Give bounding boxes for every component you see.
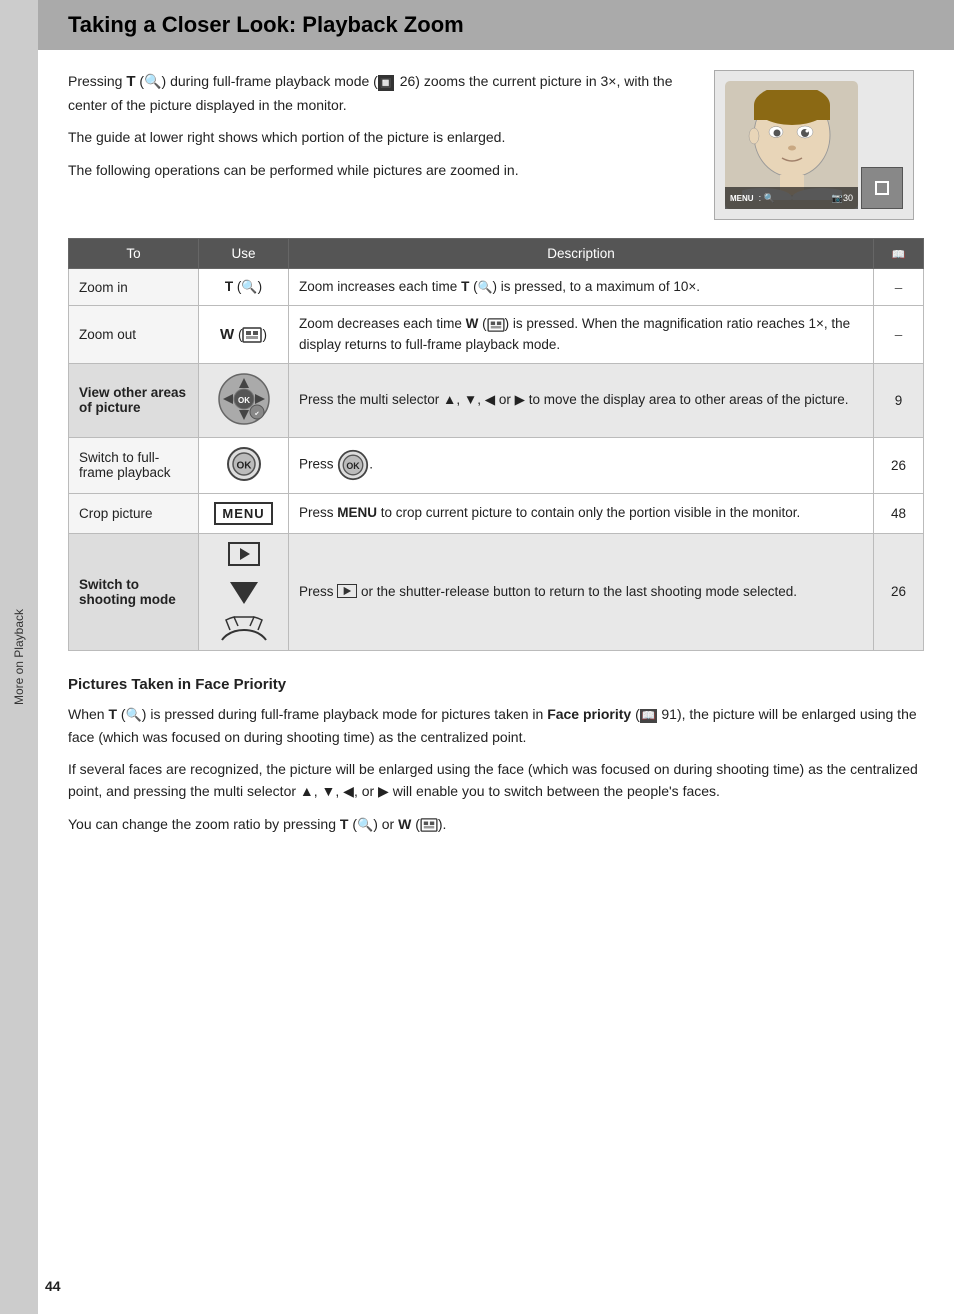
table-row: Zoom out W () Zoom decreases each time W… [69, 306, 924, 364]
menu-indicator: MENU [730, 194, 754, 203]
frame-count: 📷30 [832, 193, 853, 204]
zoom-indicator: : 🔍 [759, 193, 775, 204]
header-use: Use [199, 239, 289, 269]
face-priority-para3: You can change the zoom ratio by pressin… [68, 813, 924, 836]
sidebar-label: More on Playback [12, 609, 26, 705]
header-ref: 📖 [874, 239, 924, 269]
page-number: 44 [45, 1278, 61, 1294]
w-key: W [220, 326, 234, 343]
cell-to-view-areas: View other areas of picture [69, 363, 199, 437]
intro-text: Pressing T (🔍) during full-frame playbac… [68, 70, 694, 220]
cell-ref-shooting: 26 [874, 533, 924, 650]
table-row: View other areas of picture [69, 363, 924, 437]
svg-text:OK: OK [347, 461, 361, 471]
face-priority-para2: If several faces are recognized, the pic… [68, 758, 924, 803]
intro-section: Pressing T (🔍) during full-frame playbac… [68, 70, 924, 220]
operations-table: To Use Description 📖 Zoom in T (🔍) Zoom … [68, 238, 924, 651]
ref-header-icon: 📖 [892, 249, 906, 261]
cell-use-view-areas: OK ✔ [199, 363, 289, 437]
zoom-q-icon: 🔍 [241, 279, 257, 294]
cell-to-fullframe: Switch to full-frame playback [69, 437, 199, 493]
main-content: Taking a Closer Look: Playback Zoom Pres… [38, 0, 954, 876]
cell-use-crop: MENU [199, 493, 289, 533]
svg-text:OK: OK [236, 460, 252, 471]
cell-to-crop: Crop picture [69, 493, 199, 533]
down-arrow-icon [224, 576, 264, 608]
bottom-section: Pictures Taken in Face Priority When T (… [68, 676, 924, 836]
cell-to-zoom-in: Zoom in [69, 269, 199, 306]
sidebar: More on Playback [0, 0, 38, 1314]
w-thumbnail-icon [420, 818, 438, 832]
shutter-icon [220, 612, 268, 642]
t-button-label: T [126, 73, 135, 90]
cell-use-zoom-out: W () [199, 306, 289, 364]
table-header-row: To Use Description 📖 [69, 239, 924, 269]
cell-desc-crop: Press MENU to crop current picture to co… [289, 493, 874, 533]
intro-para3: The following operations can be performe… [68, 159, 694, 181]
playback-button-icon [228, 542, 260, 566]
face-priority-para1: When T (🔍) is pressed during full-frame … [68, 703, 924, 748]
table-row: Crop picture MENU Press MENU to crop cur… [69, 493, 924, 533]
t-key: T [225, 279, 233, 294]
cell-use-shooting [199, 533, 289, 650]
play-btn-inline [337, 584, 357, 598]
cell-use-zoom-in: T (🔍) [199, 269, 289, 306]
multi-selector-icon: OK ✔ [217, 372, 271, 426]
intro-para1: Pressing T (🔍) during full-frame playbac… [68, 70, 694, 116]
cell-desc-zoom-out: Zoom decreases each time W () is pressed… [289, 306, 874, 364]
ok-icon-inline: OK [337, 449, 369, 481]
menu-key-icon: MENU [214, 502, 272, 525]
guide-inner [875, 181, 889, 195]
cell-ref-zoom-out: – [874, 306, 924, 364]
cell-use-fullframe: OK [199, 437, 289, 493]
svg-text:OK: OK [238, 396, 250, 405]
camera-ui-bar: MENU : 🔍 📷30 [725, 187, 858, 209]
intro-para2: The guide at lower right shows which por… [68, 126, 694, 148]
cell-desc-fullframe: Press OK. [289, 437, 874, 493]
cell-ref-view-areas: 9 [874, 363, 924, 437]
cell-ref-zoom-in: – [874, 269, 924, 306]
cell-desc-shooting: Press or the shutter-release button to r… [289, 533, 874, 650]
camera-illustration: MENU : 🔍 📷30 [714, 70, 914, 220]
face-priority-heading: Pictures Taken in Face Priority [68, 676, 924, 693]
cell-desc-zoom-in: Zoom increases each time T (🔍) is presse… [289, 269, 874, 306]
section-header: Taking a Closer Look: Playback Zoom [38, 0, 954, 50]
cell-to-shooting: Switch to shooting mode [69, 533, 199, 650]
thumbnail-icon [242, 327, 262, 343]
svg-text:✔: ✔ [254, 411, 259, 417]
header-to: To [69, 239, 199, 269]
shooting-mode-icons [209, 542, 278, 642]
page-title: Taking a Closer Look: Playback Zoom [68, 12, 924, 38]
ok-button-icon: OK [226, 446, 262, 482]
cell-to-zoom-out: Zoom out [69, 306, 199, 364]
table-row: Switch to shooting mode [69, 533, 924, 650]
ref-icon: 🔲 [378, 75, 394, 91]
table-row: Switch to full-frame playback OK Press O… [69, 437, 924, 493]
zoom-symbol: 🔍 [144, 73, 161, 89]
play-triangle [236, 546, 252, 562]
cell-desc-view-areas: Press the multi selector ▲, ▼, ◀ or ▶ to… [289, 363, 874, 437]
cell-ref-crop: 48 [874, 493, 924, 533]
thumbnail-icon-desc [487, 318, 505, 332]
header-description: Description [289, 239, 874, 269]
guide-box [861, 167, 903, 209]
cell-ref-fullframe: 26 [874, 437, 924, 493]
table-row: Zoom in T (🔍) Zoom increases each time T… [69, 269, 924, 306]
face-svg [742, 90, 842, 200]
camera-preview: MENU : 🔍 📷30 [714, 70, 924, 220]
